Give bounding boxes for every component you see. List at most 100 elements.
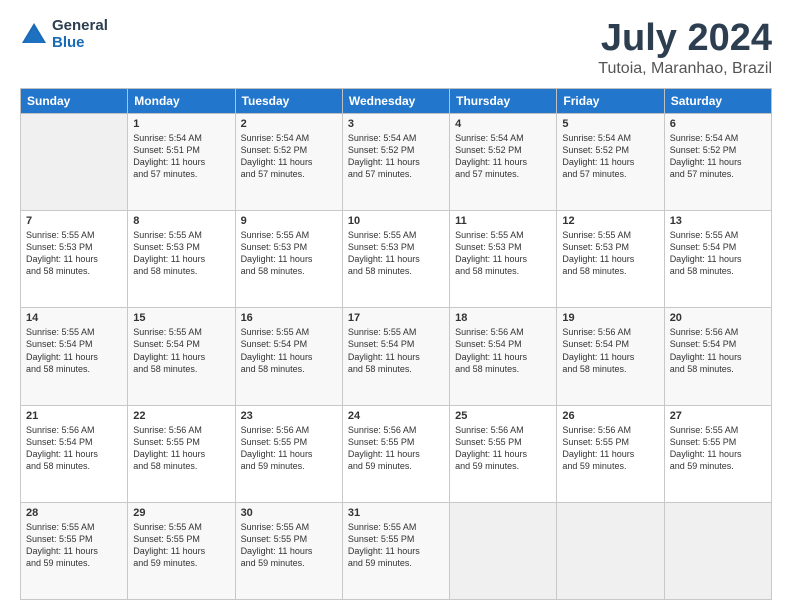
calendar-cell: 9 Sunrise: 5:55 AMSunset: 5:53 PMDaylight… [235, 211, 342, 308]
day-info: Sunrise: 5:56 AMSunset: 5:55 PMDaylight:… [455, 424, 551, 473]
day-number: 25 [455, 410, 551, 422]
logo-general: General [52, 18, 108, 35]
calendar-table: SundayMondayTuesdayWednesdayThursdayFrid… [20, 88, 772, 600]
calendar-cell [664, 502, 771, 599]
day-info: Sunrise: 5:55 AMSunset: 5:54 PMDaylight:… [348, 326, 444, 375]
day-number: 14 [26, 312, 122, 324]
day-info: Sunrise: 5:55 AMSunset: 5:55 PMDaylight:… [26, 521, 122, 570]
calendar-cell: 23 Sunrise: 5:56 AMSunset: 5:55 PMDayligh… [235, 405, 342, 502]
calendar-cell: 2 Sunrise: 5:54 AMSunset: 5:52 PMDaylight… [235, 113, 342, 210]
calendar-week-4: 21 Sunrise: 5:56 AMSunset: 5:54 PMDayligh… [21, 405, 772, 502]
day-number: 9 [241, 215, 337, 227]
calendar-cell: 22 Sunrise: 5:56 AMSunset: 5:55 PMDayligh… [128, 405, 235, 502]
day-info: Sunrise: 5:55 AMSunset: 5:55 PMDaylight:… [133, 521, 229, 570]
calendar-cell: 28 Sunrise: 5:55 AMSunset: 5:55 PMDayligh… [21, 502, 128, 599]
calendar-cell: 7Sunrise: 5:55 AMSunset: 5:53 PMDaylight… [21, 211, 128, 308]
calendar-cell: 6 Sunrise: 5:54 AMSunset: 5:52 PMDaylight… [664, 113, 771, 210]
day-info: Sunrise: 5:55 AMSunset: 5:54 PMDaylight:… [133, 326, 229, 375]
day-info: Sunrise: 5:56 AMSunset: 5:54 PMDaylight:… [670, 326, 766, 375]
day-number: 19 [562, 312, 658, 324]
calendar-cell: 31 Sunrise: 5:55 AMSunset: 5:55 PMDayligh… [342, 502, 449, 599]
calendar-header-tuesday: Tuesday [235, 88, 342, 113]
calendar-header-sunday: Sunday [21, 88, 128, 113]
day-number: 16 [241, 312, 337, 324]
day-number: 11 [455, 215, 551, 227]
day-info: Sunrise: 5:54 AMSunset: 5:52 PMDaylight:… [241, 132, 337, 181]
day-number: 27 [670, 410, 766, 422]
calendar-cell [450, 502, 557, 599]
calendar-week-1: 1 Sunrise: 5:54 AMSunset: 5:51 PMDaylight… [21, 113, 772, 210]
day-info: Sunrise: 5:56 AMSunset: 5:55 PMDaylight:… [133, 424, 229, 473]
day-info: Sunrise: 5:55 AMSunset: 5:55 PMDaylight:… [348, 521, 444, 570]
day-info: Sunrise: 5:55 AMSunset: 5:55 PMDaylight:… [241, 521, 337, 570]
logo: General Blue [20, 18, 108, 51]
header: General Blue July 2024 Tutoia, Maranhao,… [20, 18, 772, 78]
day-number: 12 [562, 215, 658, 227]
calendar-cell: 8 Sunrise: 5:55 AMSunset: 5:53 PMDaylight… [128, 211, 235, 308]
calendar-week-2: 7Sunrise: 5:55 AMSunset: 5:53 PMDaylight… [21, 211, 772, 308]
day-number: 28 [26, 507, 122, 519]
day-info: Sunrise: 5:55 AMSunset: 5:53 PMDaylight:… [241, 229, 337, 278]
calendar-cell: 14 Sunrise: 5:55 AMSunset: 5:54 PMDayligh… [21, 308, 128, 405]
day-info: Sunrise: 5:56 AMSunset: 5:55 PMDaylight:… [562, 424, 658, 473]
day-number: 24 [348, 410, 444, 422]
day-info: Sunrise: 5:55 AMSunset: 5:54 PMDaylight:… [26, 326, 122, 375]
logo-text: General Blue [52, 18, 108, 51]
day-number: 30 [241, 507, 337, 519]
calendar-cell: 1 Sunrise: 5:54 AMSunset: 5:51 PMDaylight… [128, 113, 235, 210]
calendar-cell: 20Sunrise: 5:56 AMSunset: 5:54 PMDayligh… [664, 308, 771, 405]
page: General Blue July 2024 Tutoia, Maranhao,… [0, 0, 792, 612]
logo-icon [20, 21, 48, 49]
day-number: 6 [670, 118, 766, 130]
calendar-cell: 4Sunrise: 5:54 AMSunset: 5:52 PMDaylight… [450, 113, 557, 210]
calendar-cell: 13Sunrise: 5:55 AMSunset: 5:54 PMDayligh… [664, 211, 771, 308]
day-number: 1 [133, 118, 229, 130]
day-info: Sunrise: 5:56 AMSunset: 5:54 PMDaylight:… [455, 326, 551, 375]
calendar-week-5: 28 Sunrise: 5:55 AMSunset: 5:55 PMDayligh… [21, 502, 772, 599]
day-number: 22 [133, 410, 229, 422]
day-number: 8 [133, 215, 229, 227]
day-number: 15 [133, 312, 229, 324]
day-number: 31 [348, 507, 444, 519]
calendar-cell: 17 Sunrise: 5:55 AMSunset: 5:54 PMDayligh… [342, 308, 449, 405]
calendar-cell [21, 113, 128, 210]
calendar-header-row: SundayMondayTuesdayWednesdayThursdayFrid… [21, 88, 772, 113]
calendar-cell: 19 Sunrise: 5:56 AMSunset: 5:54 PMDayligh… [557, 308, 664, 405]
calendar-cell: 3 Sunrise: 5:54 AMSunset: 5:52 PMDaylight… [342, 113, 449, 210]
calendar-cell: 11 Sunrise: 5:55 AMSunset: 5:53 PMDayligh… [450, 211, 557, 308]
calendar-cell: 18Sunrise: 5:56 AMSunset: 5:54 PMDayligh… [450, 308, 557, 405]
title-block: July 2024 Tutoia, Maranhao, Brazil [598, 18, 772, 78]
calendar-header-thursday: Thursday [450, 88, 557, 113]
calendar-header-friday: Friday [557, 88, 664, 113]
calendar-cell: 5Sunrise: 5:54 AMSunset: 5:52 PMDaylight… [557, 113, 664, 210]
day-number: 17 [348, 312, 444, 324]
day-info: Sunrise: 5:55 AMSunset: 5:53 PMDaylight:… [455, 229, 551, 278]
calendar-header-saturday: Saturday [664, 88, 771, 113]
calendar-cell: 25 Sunrise: 5:56 AMSunset: 5:55 PMDayligh… [450, 405, 557, 502]
day-info: Sunrise: 5:56 AMSunset: 5:55 PMDaylight:… [241, 424, 337, 473]
day-number: 29 [133, 507, 229, 519]
day-number: 3 [348, 118, 444, 130]
day-number: 13 [670, 215, 766, 227]
day-info: Sunrise: 5:56 AMSunset: 5:55 PMDaylight:… [348, 424, 444, 473]
day-info: Sunrise: 5:56 AMSunset: 5:54 PMDaylight:… [562, 326, 658, 375]
day-info: Sunrise: 5:54 AMSunset: 5:52 PMDaylight:… [455, 132, 551, 181]
calendar-week-3: 14 Sunrise: 5:55 AMSunset: 5:54 PMDayligh… [21, 308, 772, 405]
day-info: Sunrise: 5:56 AMSunset: 5:54 PMDaylight:… [26, 424, 122, 473]
calendar-cell: 30 Sunrise: 5:55 AMSunset: 5:55 PMDayligh… [235, 502, 342, 599]
calendar-cell: 29 Sunrise: 5:55 AMSunset: 5:55 PMDayligh… [128, 502, 235, 599]
day-number: 21 [26, 410, 122, 422]
day-number: 2 [241, 118, 337, 130]
day-info: Sunrise: 5:54 AMSunset: 5:52 PMDaylight:… [348, 132, 444, 181]
day-info: Sunrise: 5:54 AMSunset: 5:51 PMDaylight:… [133, 132, 229, 181]
day-info: Sunrise: 5:54 AMSunset: 5:52 PMDaylight:… [670, 132, 766, 181]
calendar-cell: 24 Sunrise: 5:56 AMSunset: 5:55 PMDayligh… [342, 405, 449, 502]
day-info: Sunrise: 5:55 AMSunset: 5:53 PMDaylight:… [133, 229, 229, 278]
day-info: Sunrise: 5:55 AMSunset: 5:53 PMDaylight:… [26, 229, 122, 278]
logo-blue: Blue [52, 35, 108, 52]
calendar-cell: 26 Sunrise: 5:56 AMSunset: 5:55 PMDayligh… [557, 405, 664, 502]
day-number: 5 [562, 118, 658, 130]
calendar-cell: 12Sunrise: 5:55 AMSunset: 5:53 PMDayligh… [557, 211, 664, 308]
day-number: 23 [241, 410, 337, 422]
day-number: 26 [562, 410, 658, 422]
